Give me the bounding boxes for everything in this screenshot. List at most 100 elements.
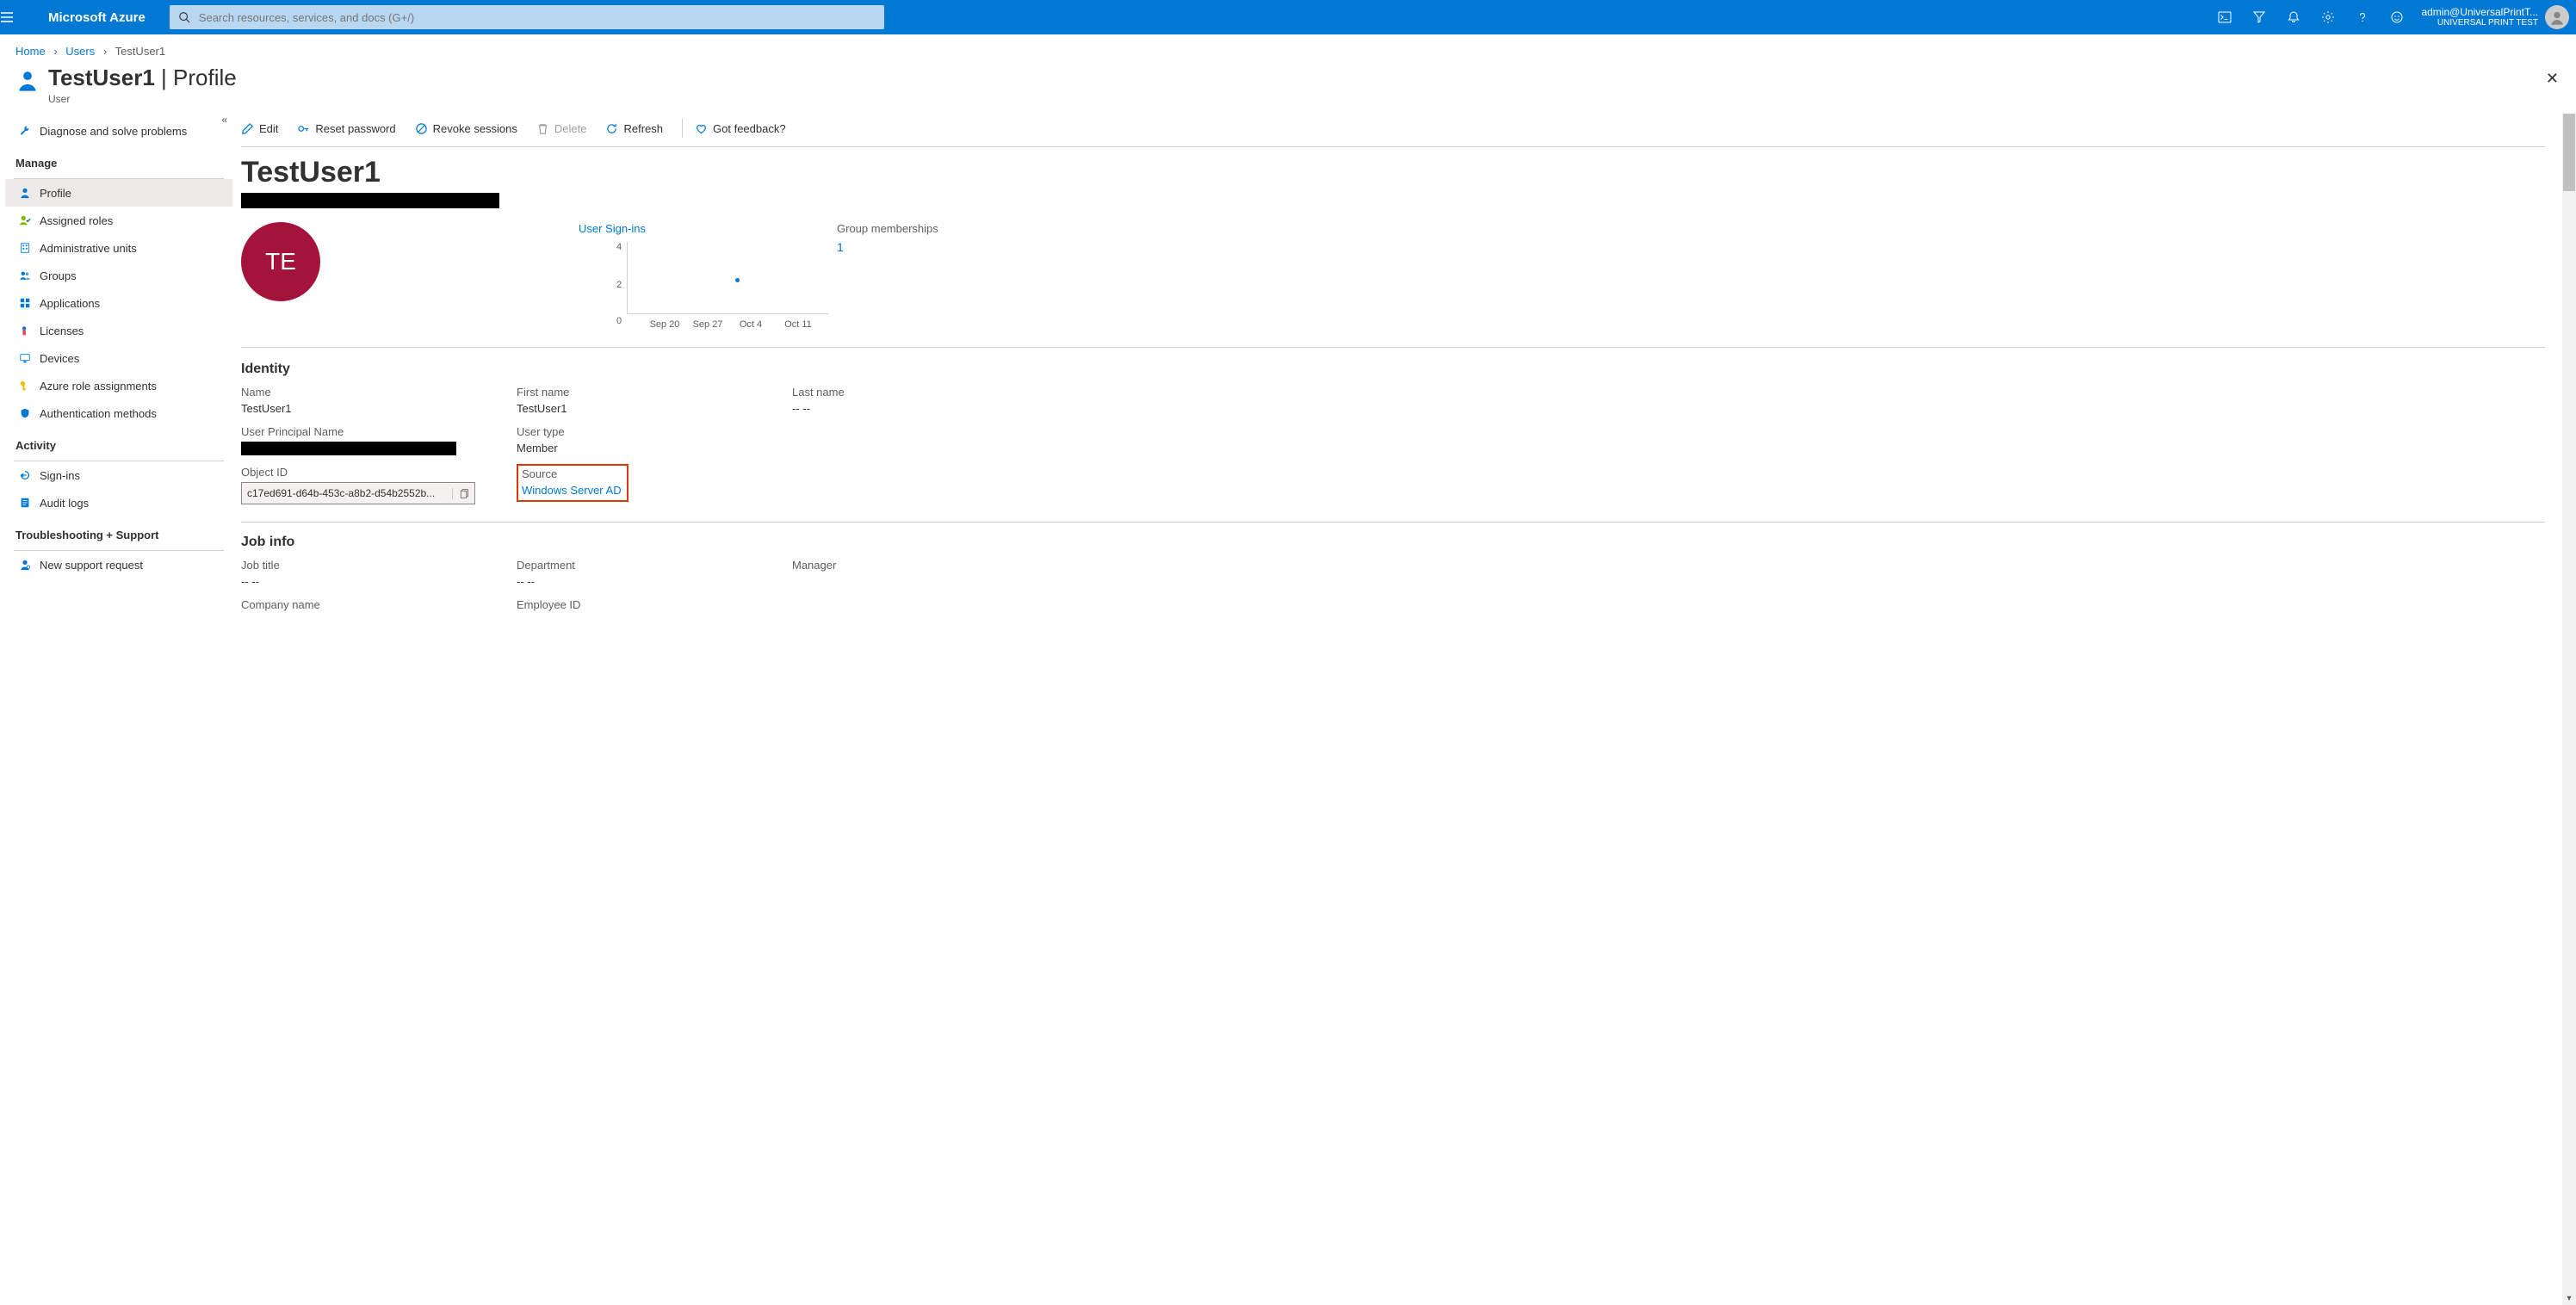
sidebar-item-label: Assigned roles	[40, 214, 113, 227]
key-reset-icon	[297, 122, 310, 135]
sidebar-item-admin-units[interactable]: Administrative units	[5, 234, 232, 262]
name-label: Name	[241, 386, 499, 399]
profile-name-heading: TestUser1	[241, 156, 2545, 189]
account-menu[interactable]: admin@UniversalPrintT... UNIVERSAL PRINT…	[2414, 5, 2576, 29]
user-icon	[15, 68, 40, 92]
job-title-label: Job title	[241, 559, 499, 572]
edit-button[interactable]: Edit	[241, 122, 278, 135]
chevron-right-icon: ›	[98, 45, 112, 58]
company-label: Company name	[241, 598, 499, 611]
object-id-value: c17ed691-d64b-453c-a8b2-d54b2552b...	[247, 487, 435, 499]
help-icon[interactable]	[2345, 0, 2380, 34]
notifications-icon[interactable]	[2276, 0, 2311, 34]
chart-data-point	[735, 278, 740, 282]
account-tenant: UNIVERSAL PRINT TEST	[2421, 18, 2538, 28]
brand-label[interactable]: Microsoft Azure	[41, 10, 161, 25]
sidebar-item-label: Diagnose and solve problems	[40, 125, 187, 138]
page-subtitle: User	[48, 93, 237, 105]
sidebar-item-licenses[interactable]: Licenses	[5, 317, 232, 344]
search-icon	[170, 11, 199, 23]
heart-icon	[695, 122, 708, 135]
group-memberships-count[interactable]: 1	[837, 240, 844, 254]
reset-password-button[interactable]: Reset password	[297, 122, 395, 135]
menu-icon[interactable]	[0, 10, 41, 24]
search-box[interactable]	[170, 5, 884, 29]
job-title-value: -- --	[241, 575, 499, 588]
sidebar-item-signins[interactable]: Sign-ins	[5, 461, 232, 489]
department-label: Department	[517, 559, 775, 572]
sidebar-item-label: Profile	[40, 187, 71, 200]
page-header: TestUser1 | Profile User ✕	[0, 65, 2576, 114]
redacted-text	[241, 442, 456, 455]
copy-icon[interactable]	[452, 488, 469, 499]
delete-button: Delete	[536, 122, 587, 135]
chart-x-tick: Oct 4	[740, 319, 762, 330]
sidebar-item-applications[interactable]: Applications	[5, 289, 232, 317]
directory-filter-icon[interactable]	[2242, 0, 2276, 34]
collapse-sidebar-icon[interactable]: «	[221, 114, 227, 126]
users-icon	[15, 269, 34, 281]
headset-icon	[15, 559, 34, 571]
department-value: -- --	[517, 575, 775, 588]
object-id-field: c17ed691-d64b-453c-a8b2-d54b2552b...	[241, 482, 475, 504]
sidebar-section-troubleshoot: Troubleshooting + Support	[5, 516, 232, 547]
first-name-label: First name	[517, 386, 775, 399]
close-icon[interactable]: ✕	[2546, 70, 2559, 88]
avatar-icon	[2545, 5, 2569, 29]
user-signins-link[interactable]: User Sign-ins	[579, 222, 837, 235]
scrollbar-thumb[interactable]	[2563, 114, 2575, 191]
user-type-label: User type	[517, 425, 775, 438]
pencil-icon	[241, 122, 254, 135]
signins-chart[interactable]: 4 2 0 Sep 20 Sep 27 Oct 4 Oct 11	[579, 242, 828, 328]
scrollbar[interactable]: ▴ ▾	[2562, 114, 2576, 1305]
sidebar-section-manage: Manage	[5, 145, 232, 175]
sidebar-item-label: Sign-ins	[40, 469, 80, 482]
search-input[interactable]	[199, 11, 884, 24]
profile-summary: TE User Sign-ins 4 2 0 Sep 20 Sep 27 Oct…	[241, 222, 2545, 348]
sidebar-item-devices[interactable]: Devices	[5, 344, 232, 372]
settings-icon[interactable]	[2311, 0, 2345, 34]
log-icon	[15, 497, 34, 509]
sidebar-item-groups[interactable]: Groups	[5, 262, 232, 289]
sidebar: « Diagnose and solve problems Manage Pro…	[0, 114, 232, 1305]
topbar-right-icons	[2208, 0, 2414, 34]
sidebar-item-label: Audit logs	[40, 497, 89, 510]
refresh-button[interactable]: Refresh	[605, 122, 663, 135]
group-memberships-label: Group memberships	[837, 222, 1095, 235]
redacted-text	[241, 193, 499, 208]
got-feedback-button[interactable]: Got feedback?	[695, 122, 786, 135]
sidebar-item-label: New support request	[40, 559, 143, 572]
breadcrumb-home[interactable]: Home	[15, 45, 46, 58]
user-check-icon	[15, 214, 34, 226]
chart-y-tick: 4	[616, 242, 622, 252]
revoke-sessions-button[interactable]: Revoke sessions	[415, 122, 517, 135]
user-type-value: Member	[517, 442, 775, 455]
monitor-icon	[15, 352, 34, 364]
sidebar-item-audit-logs[interactable]: Audit logs	[5, 489, 232, 516]
sidebar-item-azure-roles[interactable]: Azure role assignments	[5, 372, 232, 399]
source-value-link[interactable]: Windows Server AD	[522, 484, 622, 497]
top-bar: Microsoft Azure admin@UniversalPrintT...…	[0, 0, 2576, 34]
sidebar-item-support[interactable]: New support request	[5, 551, 232, 578]
sidebar-section-activity: Activity	[5, 427, 232, 457]
manager-label: Manager	[792, 559, 1050, 572]
sidebar-item-profile[interactable]: Profile	[5, 179, 232, 207]
sidebar-item-auth-methods[interactable]: Authentication methods	[5, 399, 232, 427]
sidebar-item-label: Applications	[40, 297, 100, 310]
name-value: TestUser1	[241, 402, 499, 415]
sidebar-item-assigned-roles[interactable]: Assigned roles	[5, 207, 232, 234]
license-icon	[15, 325, 34, 337]
trash-icon	[536, 122, 549, 135]
command-bar: Edit Reset password Revoke sessions Dele…	[241, 114, 2545, 147]
sidebar-item-label: Authentication methods	[40, 407, 157, 420]
sidebar-item-label: Administrative units	[40, 242, 137, 255]
apps-icon	[15, 297, 34, 309]
sidebar-item-diagnose[interactable]: Diagnose and solve problems	[5, 117, 232, 145]
page-title: TestUser1 | Profile	[48, 65, 237, 91]
sidebar-item-label: Groups	[40, 269, 77, 282]
cloud-shell-icon[interactable]	[2208, 0, 2242, 34]
first-name-value: TestUser1	[517, 402, 775, 415]
feedback-smile-icon[interactable]	[2380, 0, 2414, 34]
breadcrumb-users[interactable]: Users	[65, 45, 95, 58]
last-name-label: Last name	[792, 386, 1050, 399]
